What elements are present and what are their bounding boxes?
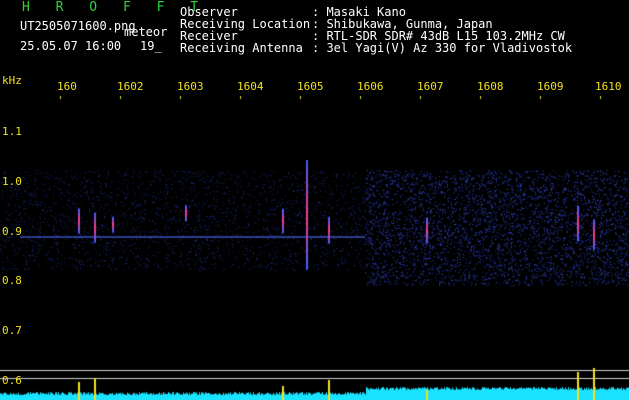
y-tick-label: 1.1 xyxy=(2,125,22,138)
x-tick-label: 1609 xyxy=(537,80,564,93)
x-tick-label: 1610 xyxy=(595,80,622,93)
x-tick-label: 160 xyxy=(57,80,77,93)
filename-label: UT2505071600.png xyxy=(20,19,136,33)
y-axis-unit: kHz xyxy=(2,74,22,87)
x-tick-label: 1602 xyxy=(117,80,144,93)
field-antenna-label: Receiving Antenna xyxy=(180,41,303,55)
y-tick-label: 0.8 xyxy=(2,274,22,287)
datetime-label: 25.05.07 16:00 xyxy=(20,39,122,53)
meteor-label: meteor xyxy=(124,25,168,39)
x-tick-label: 1604 xyxy=(237,80,264,93)
x-tick-label: 1605 xyxy=(297,80,324,93)
x-tick-label: 1607 xyxy=(417,80,444,93)
spectrogram-canvas xyxy=(0,0,629,400)
y-tick-label: 0.9 xyxy=(2,225,22,238)
y-tick-label: 0.7 xyxy=(2,324,22,337)
x-tick-label: 1608 xyxy=(477,80,504,93)
meteor-count: 19_ xyxy=(140,39,162,53)
y-tick-label: 0.6 xyxy=(2,374,22,387)
x-tick-label: 1603 xyxy=(177,80,204,93)
field-antenna-value: : 3el Yagi(V) Az 330 for Vladivostok xyxy=(312,41,573,55)
x-tick-label: 1606 xyxy=(357,80,384,93)
y-tick-label: 1.0 xyxy=(2,175,22,188)
